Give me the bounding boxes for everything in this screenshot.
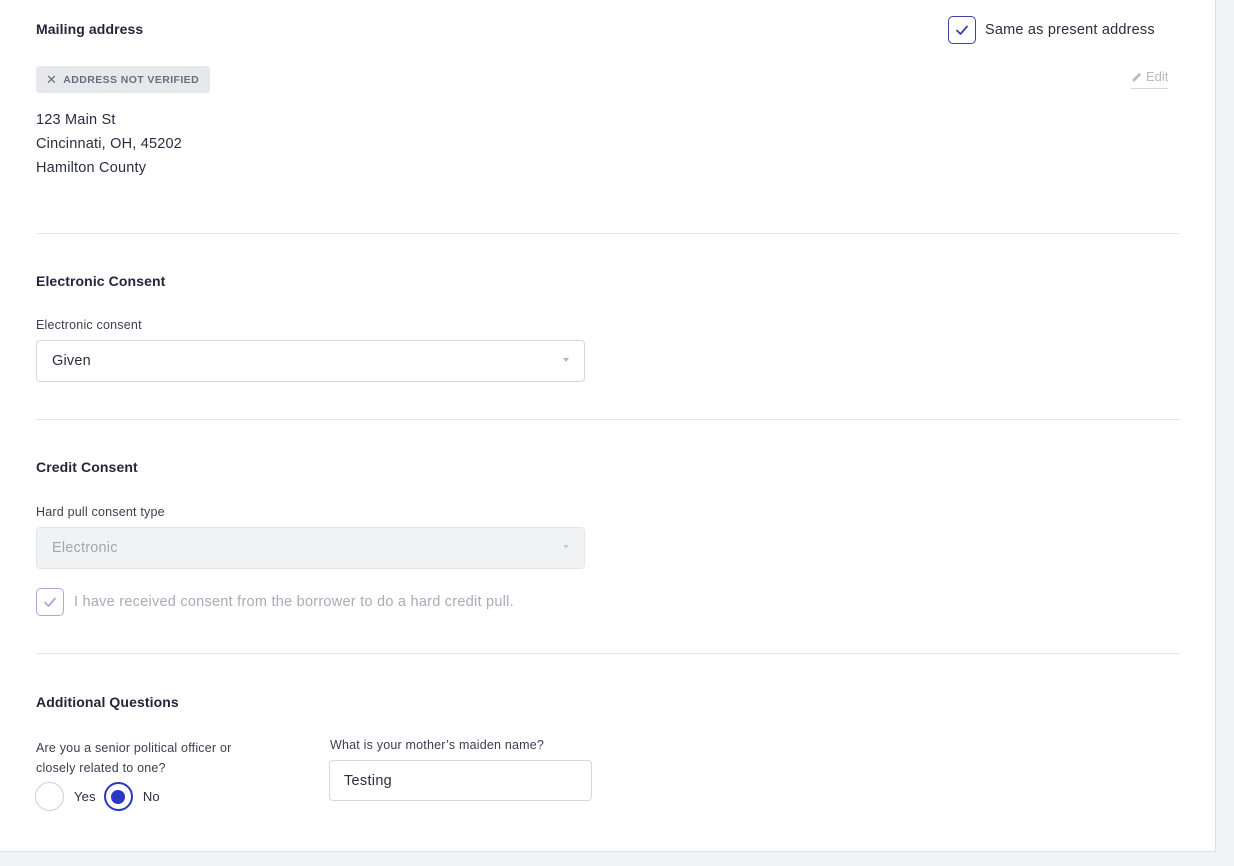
edit-address-button[interactable]: Edit [1131, 69, 1169, 89]
address-city-state-zip: Cincinnati, OH, 45202 [36, 136, 183, 152]
hard-pull-consent-label: Hard pull consent type [36, 505, 165, 519]
political-question-line-2: closely related to one? [36, 761, 166, 775]
chevron-down-icon [563, 358, 569, 362]
mailing-address-title: Mailing address [36, 21, 144, 37]
electronic-consent-label: Electronic consent [36, 318, 142, 332]
electronic-consent-title: Electronic Consent [36, 273, 166, 289]
political-question-line-1: Are you a senior political officer or [36, 741, 232, 755]
address-status-badge: ✕ ADDRESS NOT VERIFIED [36, 66, 211, 93]
electronic-consent-select[interactable]: Given [36, 340, 585, 382]
hard-pull-consent-select: Electronic [36, 527, 585, 569]
same-as-present-toggle[interactable]: Same as present address [948, 16, 1155, 44]
checkmark-icon [956, 25, 968, 35]
edit-label: Edit [1146, 69, 1169, 84]
checkmark-icon [44, 597, 56, 607]
same-as-present-checkbox[interactable] [948, 16, 976, 44]
radio-yes[interactable] [35, 782, 64, 811]
additional-questions-title: Additional Questions [36, 694, 179, 710]
application-form-card: Mailing address Same as present address … [0, 0, 1216, 852]
radio-no-label[interactable]: No [143, 789, 160, 804]
radio-no[interactable] [103, 782, 133, 811]
radio-yes-label[interactable]: Yes [74, 789, 96, 804]
close-icon: ✕ [46, 71, 58, 87]
credit-consent-title: Credit Consent [36, 459, 138, 475]
chevron-down-icon [563, 545, 569, 549]
section-divider [36, 233, 1180, 234]
electronic-consent-value: Given [52, 353, 91, 369]
political-officer-radio-group: Yes No [35, 782, 160, 811]
address-street: 123 Main St [36, 112, 116, 128]
hard-pull-consent-checkbox-row: I have received consent from the borrowe… [36, 588, 514, 616]
political-officer-question: Are you a senior political officer or cl… [36, 738, 231, 778]
hard-pull-consent-checkbox [36, 588, 64, 616]
maiden-name-input[interactable]: Testing [329, 760, 592, 801]
hard-pull-consent-value: Electronic [52, 540, 118, 556]
section-divider [36, 419, 1180, 420]
maiden-name-value: Testing [344, 772, 393, 789]
section-divider [36, 653, 1180, 654]
pencil-icon [1132, 72, 1142, 81]
same-as-present-label: Same as present address [985, 22, 1155, 38]
mailing-address-block: 123 Main St Cincinnati, OH, 45202 Hamilt… [36, 108, 182, 180]
address-status-text: ADDRESS NOT VERIFIED [63, 73, 200, 86]
hard-pull-consent-checkbox-label: I have received consent from the borrowe… [74, 594, 514, 610]
maiden-name-question: What is your mother’s maiden name? [330, 738, 545, 752]
address-county: Hamilton County [36, 160, 147, 176]
